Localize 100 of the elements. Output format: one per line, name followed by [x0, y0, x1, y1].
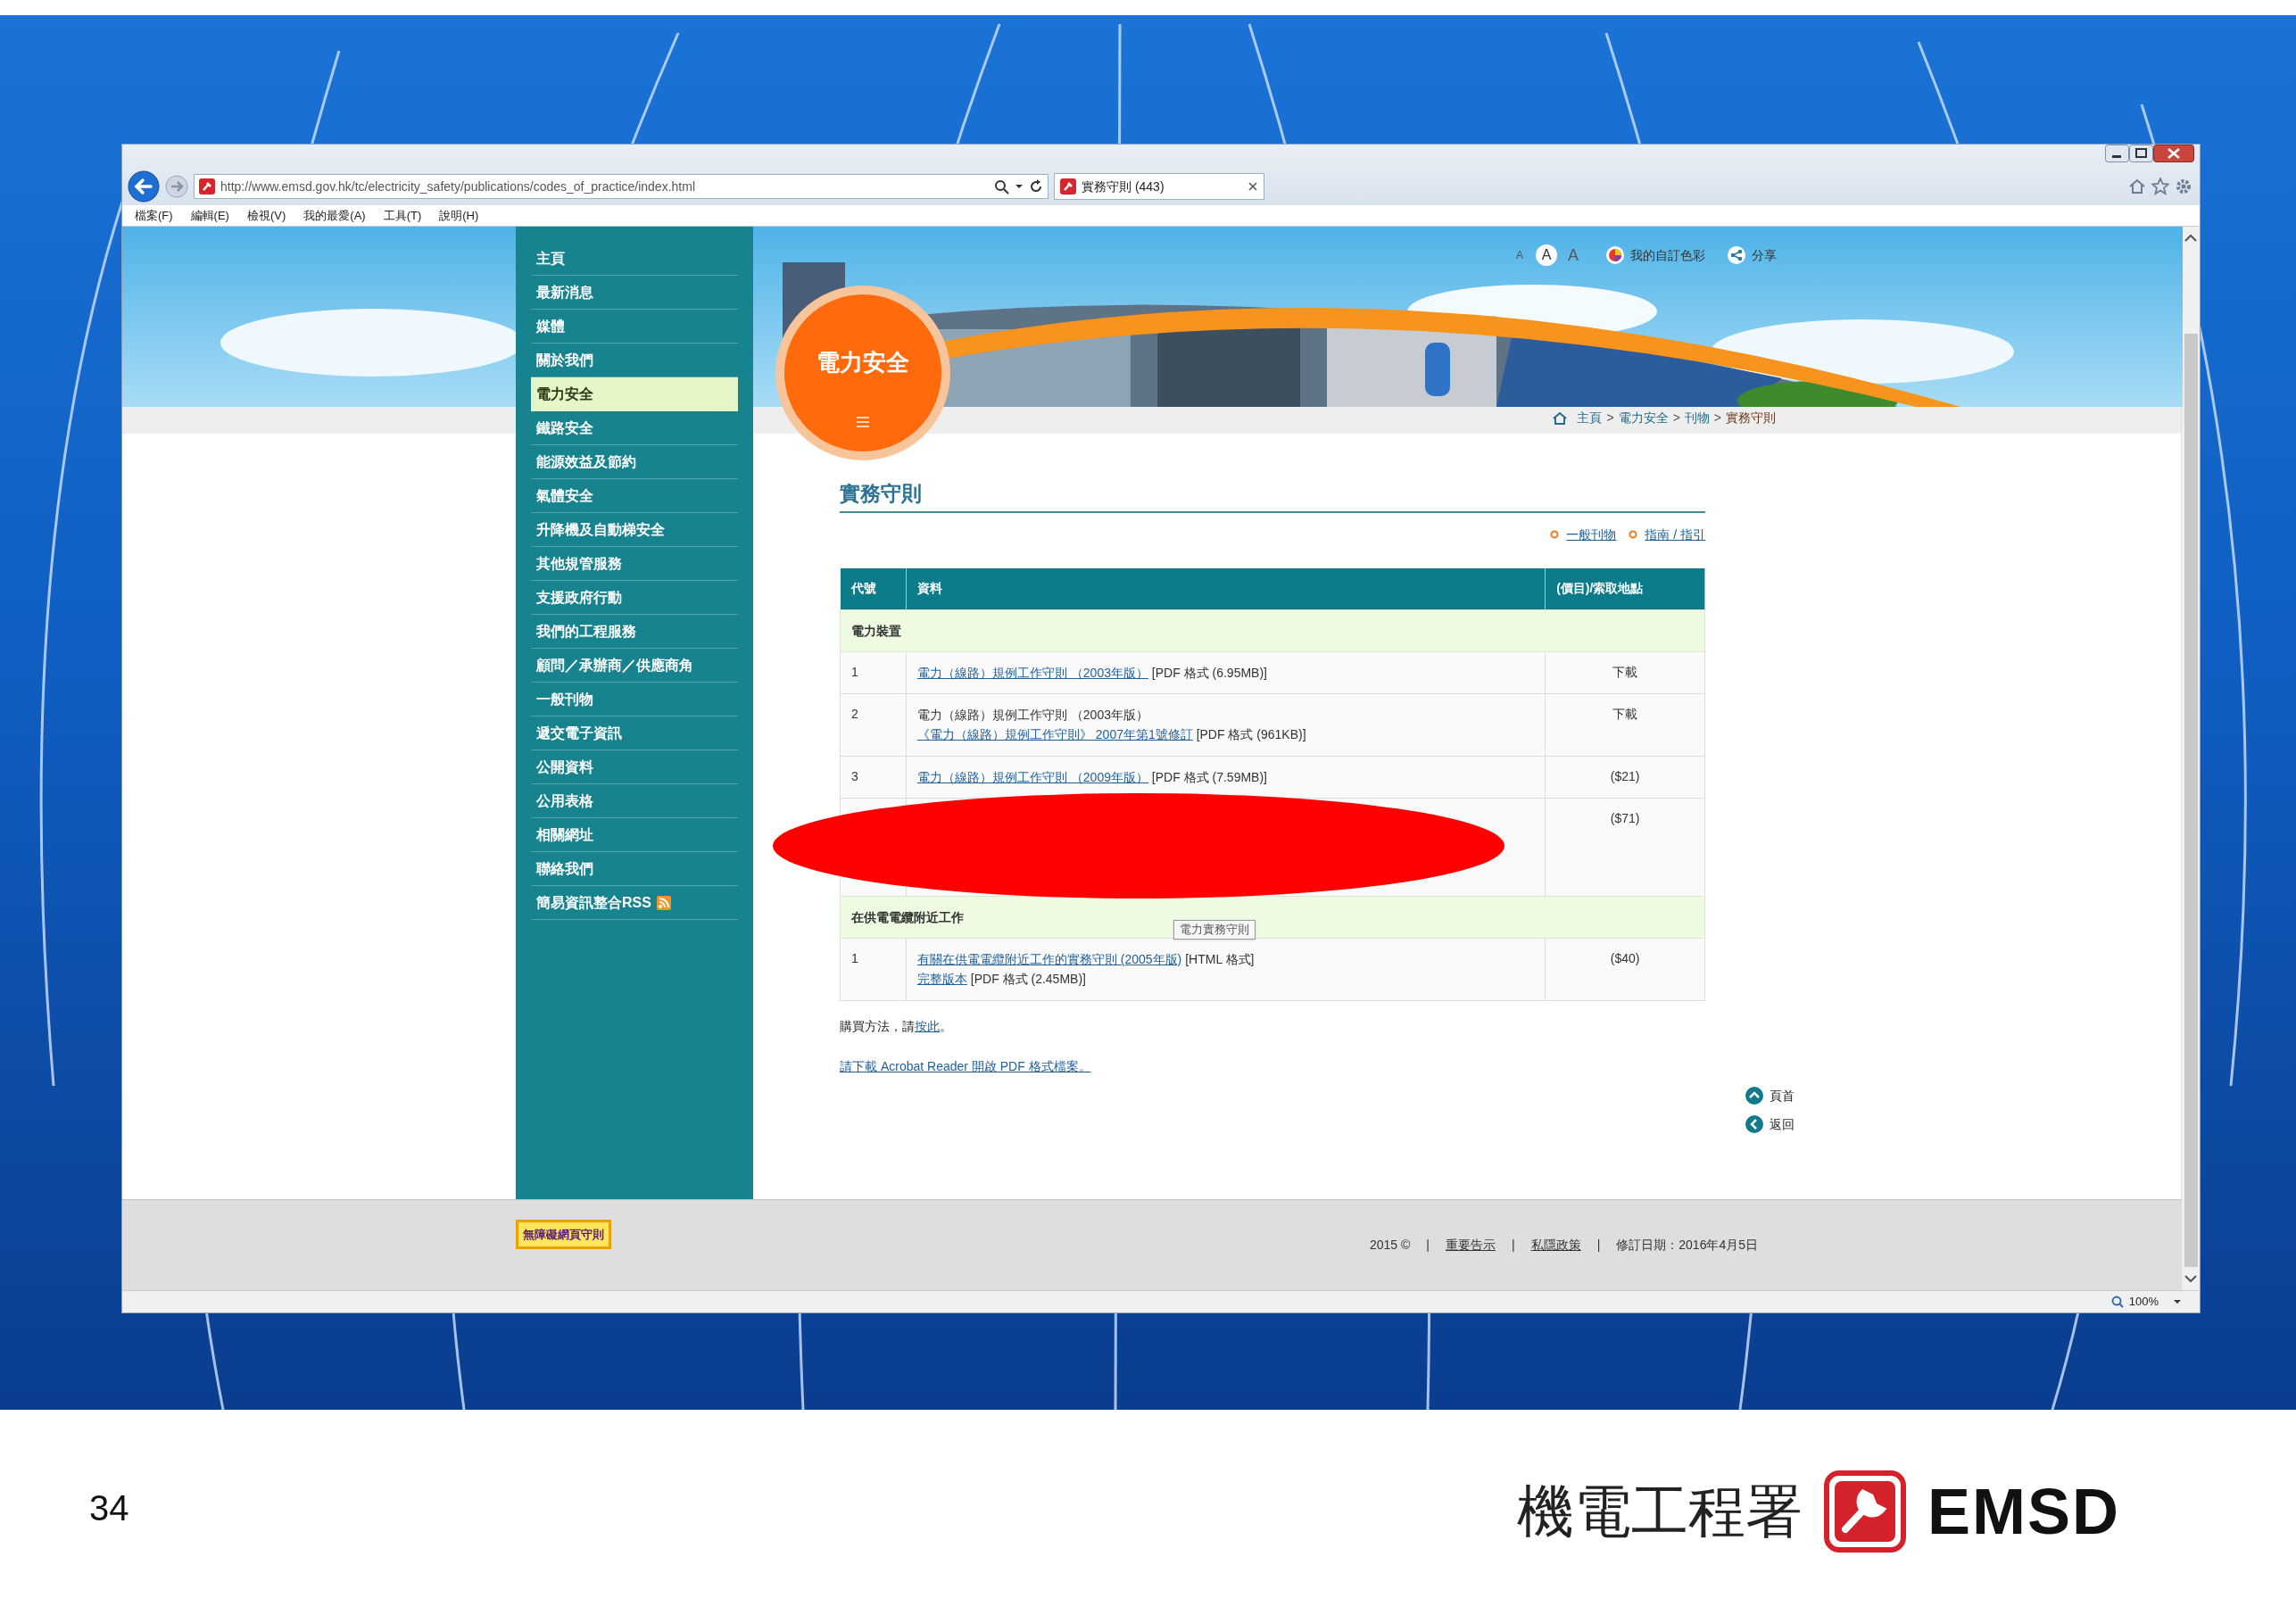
sidebar-item[interactable]: 顧問／承辦商／供應商角 [531, 649, 738, 683]
sidebar-item[interactable]: 最新消息 [531, 276, 738, 310]
home-icon[interactable] [2128, 178, 2146, 195]
sidebar-item[interactable]: 能源效益及節約 [531, 445, 738, 479]
zoom-level[interactable]: 100% [2128, 1293, 2159, 1311]
page-nav-link[interactable]: 返回 [1770, 1114, 1795, 1134]
dropdown-caret-icon[interactable] [2173, 1297, 2182, 1306]
menu-item[interactable]: 編輯(E) [190, 206, 229, 225]
price-text: ($40) [1610, 951, 1640, 965]
tool-link[interactable]: 分享 [1752, 245, 1777, 265]
scrollbar-thumb[interactable] [2184, 334, 2198, 1267]
page-nav-link[interactable]: 頁首 [1770, 1086, 1795, 1105]
tooltip: 電力實務守則 [1173, 920, 1256, 940]
menu-item[interactable]: 檢視(V) [246, 206, 286, 225]
settings-icon[interactable] [2175, 178, 2192, 195]
price-text: ($71) [1610, 811, 1640, 825]
document-link[interactable]: 電力（線路）規例工作守則 （2003年版） [916, 666, 1148, 680]
chevron-left-icon[interactable] [1745, 1114, 1764, 1134]
section-title: 在供電電纜附近工作 [851, 909, 964, 924]
sidebar-item[interactable]: 氣體安全 [531, 479, 738, 513]
table-cell: 3 [851, 769, 858, 783]
font-size-button[interactable]: A [1509, 244, 1530, 266]
browser-tab[interactable]: 實務守則 (443) [1054, 173, 1264, 200]
address-bar[interactable]: http://www.emsd.gov.hk/tc/electricity_safety/publications/codes_of_practice/index.html [194, 174, 1049, 199]
footer-link[interactable]: 私隱政策 [1530, 1236, 1581, 1255]
page-heading: 實務守則 [840, 481, 923, 507]
sidebar-item[interactable]: 支援政府行動 [531, 581, 738, 615]
price-text: 下載 [1612, 707, 1638, 721]
breadcrumb-link[interactable]: 刊物 [1684, 409, 1710, 427]
sidebar-item[interactable]: 遞交電子資訊 [531, 716, 738, 750]
quick-link[interactable]: 一般刊物 [1566, 525, 1617, 544]
sidebar-item[interactable]: 我們的工程服務 [531, 615, 738, 649]
dropdown-caret-icon[interactable] [1015, 182, 1024, 191]
page-number: 34 [89, 1488, 129, 1528]
close-icon[interactable] [1247, 181, 1258, 192]
menu-item[interactable]: 檔案(F) [135, 206, 173, 225]
document-link[interactable]: 有關在供電電纜附近工作的實務守則 (2005年版) [916, 952, 1182, 966]
font-size-button[interactable]: A [1562, 244, 1584, 266]
breadcrumb-link[interactable]: 電力安全 [1618, 409, 1669, 427]
sidebar-item[interactable]: 簡易資訊整合RSS [531, 886, 738, 920]
footer-link[interactable]: 重要告示 [1446, 1236, 1496, 1255]
home-icon[interactable] [1553, 410, 1568, 426]
zoom-icon[interactable] [2110, 1296, 2124, 1308]
breadcrumb-link[interactable]: 主頁 [1577, 409, 1603, 427]
acrobat-link[interactable]: 請下載 Acrobat Reader 開啟 PDF 格式檔案。 [840, 1059, 1091, 1073]
file-info: [PDF 格式 (7.59MB)] [1150, 770, 1267, 784]
sidebar-item[interactable]: 公用表格 [531, 784, 738, 818]
tool-link[interactable]: 我的自訂色彩 [1630, 245, 1705, 265]
file-info: [PDF 格式 (961KB)] [1195, 727, 1306, 741]
menu-item[interactable]: 我的最愛(A) [303, 206, 366, 225]
sidebar-item[interactable]: 電力安全 [531, 377, 738, 411]
footer-separator: | [1426, 1237, 1430, 1254]
star-icon[interactable] [2151, 178, 2169, 195]
scrollbar[interactable] [2181, 227, 2200, 1290]
share-icon[interactable] [1727, 245, 1746, 265]
sidebar-item[interactable]: 相關網址 [531, 818, 738, 852]
document-link[interactable]: 《電力（線路）規例工作守則》 2007年第1號修訂 [916, 727, 1193, 741]
logo-text: EMSD [1927, 1475, 2121, 1549]
minimize-button[interactable] [2105, 145, 2129, 162]
sidebar-item[interactable]: 升降機及自動梯安全 [531, 513, 738, 547]
sidebar-item[interactable]: 其他規管服務 [531, 547, 738, 581]
document-link[interactable]: 完整版本 [916, 972, 967, 986]
sidebar-item[interactable]: 一般刊物 [531, 683, 738, 716]
purchase-note: 購買方法，請按此。 [840, 1018, 953, 1035]
url-text: http://www.emsd.gov.hk/tc/electricity_safety/publications/codes_of_practice/index.html [220, 178, 696, 195]
sidebar-item[interactable]: 聯絡我們 [531, 852, 738, 886]
section-title: 電力裝置 [851, 623, 901, 638]
table-cell: 2 [851, 707, 858, 721]
document-link[interactable]: 電力（線路）規例工作守則 （2009年版） [916, 770, 1148, 784]
color-wheel-icon[interactable] [1605, 245, 1625, 265]
sidebar-item[interactable]: 主頁 [531, 242, 738, 276]
tab-title: 實務守則 (443) [1082, 178, 1165, 195]
copyright-text: 2015 © [1370, 1237, 1411, 1254]
chevron-up-icon[interactable] [1745, 1086, 1764, 1105]
accessibility-badge[interactable]: 無障礙網頁守則 [516, 1220, 611, 1249]
sidebar-item[interactable]: 公開資料 [531, 750, 738, 784]
here-link[interactable]: 按此 [915, 1019, 940, 1033]
footer-separator: | [1512, 1237, 1515, 1254]
site-favicon-icon [1060, 178, 1076, 195]
scroll-down-icon[interactable] [2183, 1272, 2199, 1285]
logo-icon [1824, 1470, 1906, 1553]
table-cell: 1 [851, 665, 858, 679]
sidebar-item[interactable]: 鐵路安全 [531, 411, 738, 445]
bullet-icon [1550, 530, 1560, 539]
breadcrumb-current: 實務守則 [1726, 410, 1776, 426]
maximize-button[interactable] [2129, 145, 2153, 162]
footer-separator: | [1596, 1237, 1601, 1254]
menu-item[interactable]: 說明(H) [439, 206, 479, 225]
breadcrumb-separator: > [1606, 410, 1614, 426]
refresh-icon[interactable] [1029, 179, 1043, 194]
menu-item[interactable]: 工具(T) [383, 206, 422, 225]
quick-link[interactable]: 指南 / 指引 [1645, 525, 1705, 544]
search-icon[interactable] [994, 178, 1009, 195]
file-info: [HTML 格式] [1184, 952, 1255, 966]
back-button[interactable] [128, 170, 160, 203]
close-button[interactable] [2153, 145, 2194, 162]
rss-icon[interactable] [656, 895, 671, 910]
revised-date: 修訂日期：2016年4月5日 [1616, 1237, 1758, 1254]
price-text: 下載 [1612, 665, 1638, 679]
sidebar-item[interactable]: 媒體 [531, 310, 738, 344]
